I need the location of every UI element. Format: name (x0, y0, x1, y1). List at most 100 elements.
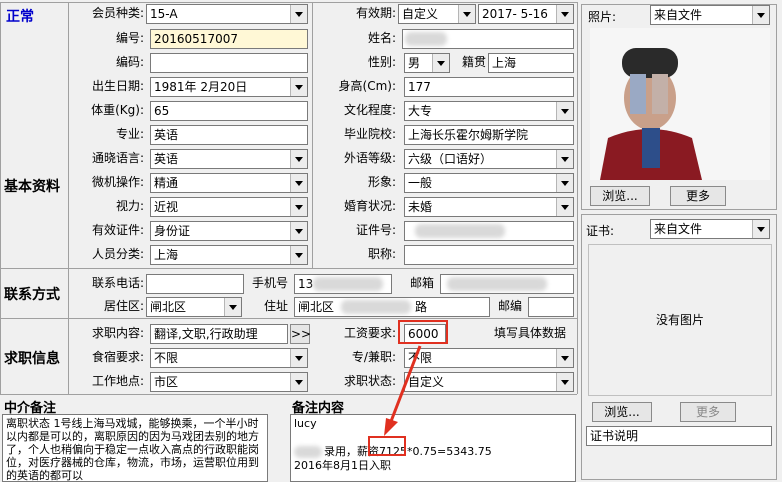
native-field[interactable]: 上海 (488, 53, 574, 73)
district-select[interactable]: 闸北区 (146, 297, 242, 317)
photo-label: 照片: (588, 10, 617, 24)
appearance-value: 一般 (408, 176, 433, 190)
certificate-label: 证书: (586, 224, 615, 238)
chevron-down-icon[interactable] (752, 220, 769, 238)
chevron-down-icon[interactable] (432, 54, 449, 72)
height-label: 身高(Cm): (338, 79, 396, 93)
photo-more-button[interactable]: 更多 (670, 186, 726, 206)
section-job-title: 求职信息 (4, 351, 60, 367)
vision-label: 视力: (115, 199, 144, 213)
certificate-desc-field[interactable]: 证书说明 (586, 426, 772, 446)
birth-label: 出生日期: (91, 79, 144, 93)
vision-select[interactable]: 近视 (150, 197, 308, 217)
chevron-down-icon[interactable] (556, 174, 573, 192)
board-label: 食宿要求: (91, 350, 144, 364)
cert-no-field[interactable] (404, 221, 574, 241)
job-content-more-button[interactable]: >> (290, 324, 311, 344)
chevron-down-icon[interactable] (556, 373, 573, 391)
chevron-down-icon[interactable] (458, 5, 475, 23)
gender-select[interactable]: 男 (404, 53, 450, 73)
chevron-down-icon[interactable] (224, 298, 241, 316)
blurred-region (415, 224, 505, 238)
title-field[interactable] (404, 245, 574, 265)
chevron-down-icon[interactable] (290, 174, 307, 192)
computer-label: 微机操作: (91, 175, 144, 189)
weight-field[interactable]: 65 (150, 101, 308, 121)
chevron-down-icon[interactable] (290, 373, 307, 391)
id-type-label: 有效证件: (91, 223, 144, 237)
chevron-down-icon[interactable] (556, 198, 573, 216)
validity-select[interactable]: 自定义 (398, 4, 476, 24)
appearance-label: 形象: (367, 175, 396, 189)
chevron-down-icon[interactable] (290, 78, 307, 96)
language-select[interactable]: 英语 (150, 149, 308, 169)
height-field[interactable]: 177 (404, 77, 574, 97)
job-content-field[interactable]: 翻译,文职,行政助理 (150, 324, 288, 344)
phone-field[interactable] (146, 274, 244, 294)
birth-date-picker[interactable]: 1981年 2月20日 (150, 77, 308, 97)
district-value: 闸北区 (150, 300, 187, 314)
id-type-select[interactable]: 身份证 (150, 221, 308, 241)
marital-select[interactable]: 未婚 (404, 197, 574, 217)
chevron-down-icon[interactable] (290, 222, 307, 240)
email-field[interactable] (440, 274, 574, 294)
salary-hint: 填写具体数据 (494, 326, 567, 340)
chevron-down-icon[interactable] (290, 246, 307, 264)
status-label: 正常 (6, 9, 34, 25)
certificate-source-select[interactable]: 来自文件 (650, 219, 770, 239)
photo-browse-button[interactable]: 浏览... (590, 186, 650, 206)
education-value: 大专 (408, 104, 433, 118)
education-select[interactable]: 大专 (404, 101, 574, 121)
board-select[interactable]: 不限 (150, 348, 308, 368)
code-field[interactable] (150, 53, 308, 73)
blurred-region (294, 446, 322, 458)
id-type-value: 身份证 (154, 224, 191, 238)
remark-textarea[interactable]: lucy 录用，薪资7125*0.75=5343.75 2016年8月1日入职 (290, 414, 576, 482)
mobile-field[interactable]: 13 (294, 274, 392, 294)
chevron-down-icon[interactable] (556, 5, 573, 23)
gender-label: 性别: (367, 55, 396, 69)
address-value: 闸北区 (298, 300, 335, 314)
chevron-down-icon[interactable] (290, 349, 307, 367)
chevron-down-icon[interactable] (290, 5, 307, 23)
computer-select[interactable]: 精通 (150, 173, 308, 193)
certificate-image: 没有图片 (588, 244, 772, 396)
chevron-down-icon[interactable] (556, 102, 573, 120)
board-value: 不限 (154, 351, 179, 365)
certificate-source-value: 来自文件 (654, 222, 703, 236)
cert-no-label: 证件号: (355, 223, 396, 237)
chevron-down-icon[interactable] (556, 150, 573, 168)
foreign-level-label: 外语等级: (343, 151, 396, 165)
validity-date-picker[interactable]: 2017- 5-16 (478, 4, 574, 24)
workplace-value: 市区 (154, 375, 179, 389)
language-value: 英语 (154, 152, 179, 166)
certificate-browse-button[interactable]: 浏览... (592, 402, 652, 422)
blurred-region (405, 32, 447, 46)
photo-source-select[interactable]: 来自文件 (650, 5, 770, 25)
name-label: 姓名: (367, 31, 396, 45)
language-label: 通晓语言: (91, 151, 144, 165)
chevron-down-icon[interactable] (290, 198, 307, 216)
id-no-field[interactable]: 20160517007 (150, 29, 308, 49)
category-value: 上海 (154, 248, 179, 262)
postcode-field[interactable] (528, 297, 574, 317)
member-type-select[interactable]: 15-A (146, 4, 308, 24)
workplace-select[interactable]: 市区 (150, 372, 308, 392)
education-label: 文化程度: (343, 103, 396, 117)
address-field[interactable]: 闸北区 路 (294, 297, 490, 317)
certificate-more-button[interactable]: 更多 (680, 402, 736, 422)
agency-note-textarea[interactable]: 离职状态 1号线上海马戏城，能够换乘，一个半小时以内都是可以的，离职原因的因为马… (2, 414, 268, 482)
blurred-region (341, 300, 411, 314)
appearance-select[interactable]: 一般 (404, 173, 574, 193)
name-field[interactable] (402, 29, 574, 49)
mobile-value: 13 (298, 277, 314, 291)
chevron-down-icon[interactable] (752, 6, 769, 24)
school-field[interactable]: 上海长乐霍尔姆斯学院 (404, 125, 574, 145)
chevron-down-icon[interactable] (556, 349, 573, 367)
blurred-region (313, 277, 383, 291)
chevron-down-icon[interactable] (290, 150, 307, 168)
major-field[interactable]: 英语 (150, 125, 308, 145)
native-label: 籍贯 (461, 55, 486, 69)
foreign-level-select[interactable]: 六级（口语好） (404, 149, 574, 169)
category-select[interactable]: 上海 (150, 245, 308, 265)
